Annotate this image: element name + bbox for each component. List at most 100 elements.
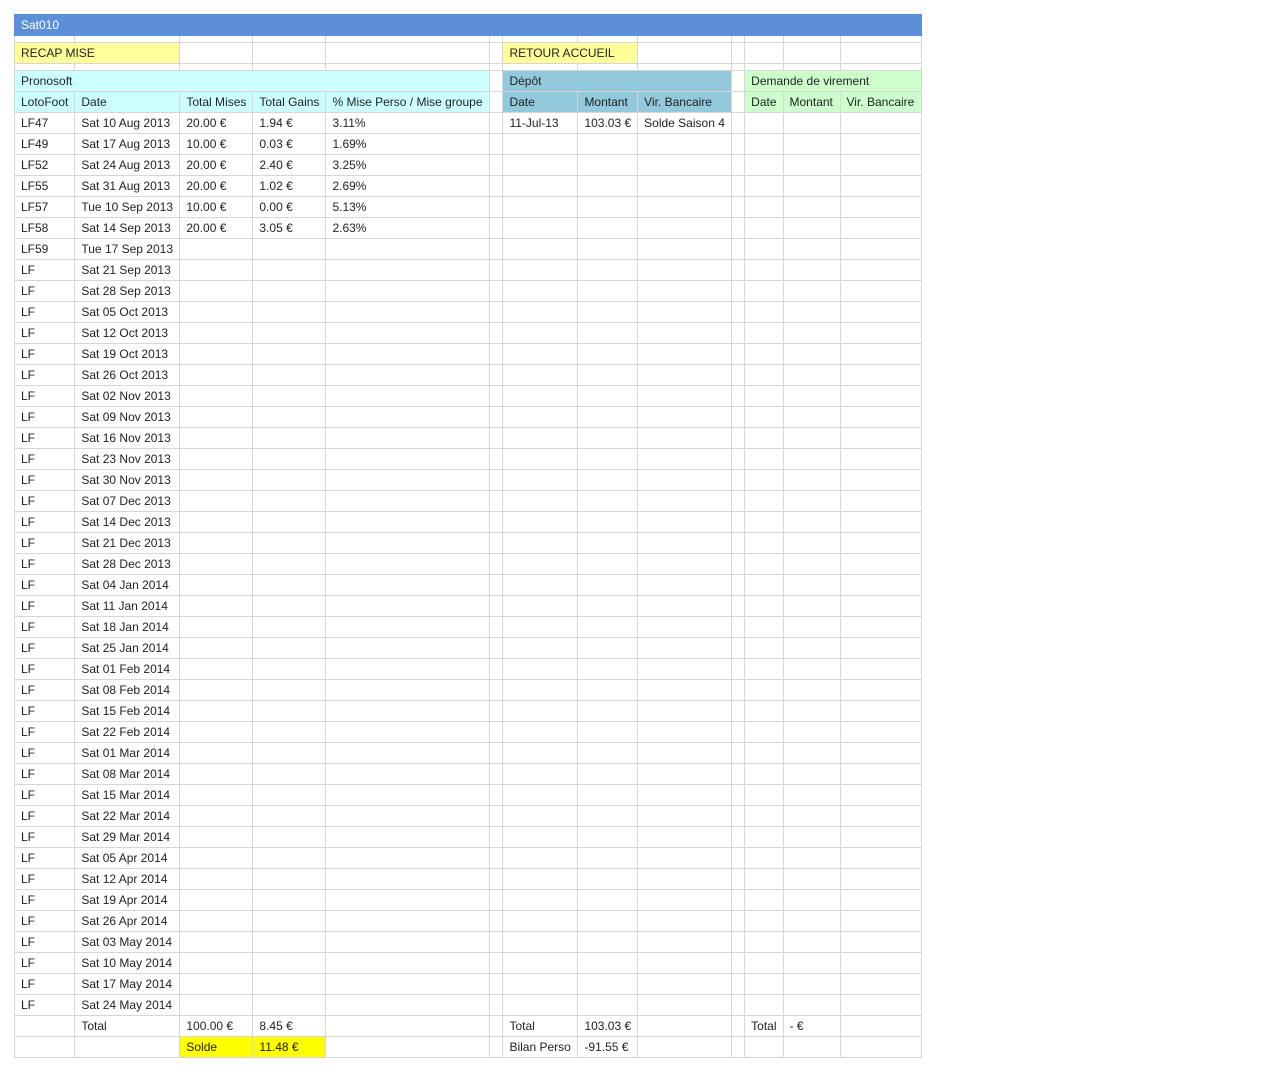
pronosoft-cell[interactable]: LF — [13, 952, 76, 974]
depot-cell[interactable] — [637, 196, 733, 218]
virement-cell[interactable] — [744, 322, 784, 344]
pronosoft-cell[interactable]: Sat 16 Nov 2013 — [74, 427, 181, 449]
depot-cell[interactable] — [502, 196, 579, 218]
virement-cell[interactable] — [782, 448, 841, 470]
depot-cell[interactable] — [637, 175, 733, 197]
pronosoft-cell[interactable] — [252, 763, 327, 785]
depot-cell[interactable] — [577, 301, 639, 323]
pronosoft-cell[interactable] — [179, 343, 254, 365]
pronosoft-cell[interactable] — [325, 322, 491, 344]
pronosoft-cell[interactable]: Sat 14 Dec 2013 — [74, 511, 181, 533]
virement-cell[interactable] — [782, 322, 841, 344]
pronosoft-cell[interactable] — [325, 994, 491, 1016]
pronosoft-cell[interactable]: 3.25% — [325, 154, 491, 176]
virement-cell[interactable] — [744, 805, 784, 827]
virement-cell[interactable] — [744, 448, 784, 470]
pronosoft-cell[interactable] — [179, 952, 254, 974]
pronosoft-cell[interactable] — [179, 868, 254, 890]
depot-cell[interactable] — [637, 469, 733, 491]
virement-cell[interactable] — [744, 343, 784, 365]
depot-cell[interactable] — [502, 595, 579, 617]
depot-cell[interactable] — [502, 175, 579, 197]
pronosoft-cell[interactable] — [252, 637, 327, 659]
virement-cell[interactable] — [782, 490, 841, 512]
pronosoft-cell[interactable] — [325, 658, 491, 680]
depot-cell[interactable] — [637, 364, 733, 386]
depot-cell[interactable] — [502, 742, 579, 764]
pronosoft-cell[interactable] — [252, 889, 327, 911]
virement-cell[interactable] — [744, 196, 784, 218]
pronosoft-cell[interactable]: 0.03 € — [252, 133, 327, 155]
pronosoft-cell[interactable]: Sat 15 Feb 2014 — [74, 700, 181, 722]
virement-cell[interactable] — [839, 931, 922, 953]
pronosoft-cell[interactable]: Sat 17 May 2014 — [74, 973, 181, 995]
virement-cell[interactable] — [782, 994, 841, 1016]
depot-cell[interactable] — [637, 973, 733, 995]
pronosoft-cell[interactable] — [252, 301, 327, 323]
virement-cell[interactable] — [839, 679, 922, 701]
virement-cell[interactable] — [839, 385, 922, 407]
depot-cell[interactable] — [502, 847, 579, 869]
depot-cell[interactable] — [502, 784, 579, 806]
depot-cell[interactable] — [502, 658, 579, 680]
pronosoft-cell[interactable]: 1.94 € — [252, 112, 327, 134]
virement-cell[interactable] — [744, 280, 784, 302]
depot-cell[interactable] — [577, 637, 639, 659]
pronosoft-cell[interactable] — [179, 973, 254, 995]
depot-cell[interactable] — [637, 154, 733, 176]
pronosoft-cell[interactable]: 1.02 € — [252, 175, 327, 197]
depot-cell[interactable] — [502, 679, 579, 701]
pronosoft-cell[interactable] — [179, 679, 254, 701]
pronosoft-cell[interactable] — [252, 574, 327, 596]
depot-cell[interactable] — [637, 742, 733, 764]
pronosoft-cell[interactable] — [325, 238, 491, 260]
depot-cell[interactable] — [637, 595, 733, 617]
depot-cell[interactable] — [637, 931, 733, 953]
pronosoft-cell[interactable] — [179, 259, 254, 281]
virement-cell[interactable] — [782, 259, 841, 281]
pronosoft-cell[interactable]: 0.00 € — [252, 196, 327, 218]
depot-cell[interactable] — [637, 763, 733, 785]
pronosoft-cell[interactable] — [325, 679, 491, 701]
depot-cell[interactable] — [637, 553, 733, 575]
pronosoft-cell[interactable] — [179, 469, 254, 491]
pronosoft-cell[interactable] — [325, 763, 491, 785]
virement-cell[interactable] — [839, 301, 922, 323]
pronosoft-cell[interactable] — [325, 952, 491, 974]
pronosoft-cell[interactable]: 3.11% — [325, 112, 491, 134]
depot-cell[interactable] — [637, 427, 733, 449]
depot-cell[interactable] — [637, 721, 733, 743]
pronosoft-cell[interactable]: Sat 18 Jan 2014 — [74, 616, 181, 638]
virement-cell[interactable] — [782, 385, 841, 407]
virement-cell[interactable] — [839, 469, 922, 491]
pronosoft-cell[interactable]: LF — [13, 553, 76, 575]
depot-cell[interactable] — [577, 700, 639, 722]
pronosoft-cell[interactable] — [252, 280, 327, 302]
virement-cell[interactable] — [839, 952, 922, 974]
virement-cell[interactable] — [839, 784, 922, 806]
virement-cell[interactable] — [782, 805, 841, 827]
depot-cell[interactable] — [502, 133, 579, 155]
virement-cell[interactable] — [744, 490, 784, 512]
virement-cell[interactable] — [744, 301, 784, 323]
depot-cell[interactable] — [577, 847, 639, 869]
pronosoft-cell[interactable] — [252, 784, 327, 806]
depot-cell[interactable] — [577, 742, 639, 764]
depot-cell[interactable] — [502, 511, 579, 533]
depot-cell[interactable] — [502, 721, 579, 743]
pronosoft-cell[interactable] — [252, 595, 327, 617]
virement-cell[interactable] — [839, 259, 922, 281]
depot-cell[interactable] — [577, 826, 639, 848]
virement-cell[interactable] — [744, 679, 784, 701]
virement-cell[interactable] — [839, 343, 922, 365]
depot-cell[interactable] — [502, 280, 579, 302]
pronosoft-cell[interactable]: Sat 22 Feb 2014 — [74, 721, 181, 743]
pronosoft-cell[interactable] — [325, 343, 491, 365]
depot-cell[interactable] — [577, 973, 639, 995]
virement-cell[interactable] — [782, 868, 841, 890]
virement-cell[interactable] — [839, 994, 922, 1016]
pronosoft-cell[interactable] — [252, 868, 327, 890]
pronosoft-cell[interactable]: LF — [13, 763, 76, 785]
depot-cell[interactable] — [637, 217, 733, 239]
depot-cell[interactable] — [577, 448, 639, 470]
